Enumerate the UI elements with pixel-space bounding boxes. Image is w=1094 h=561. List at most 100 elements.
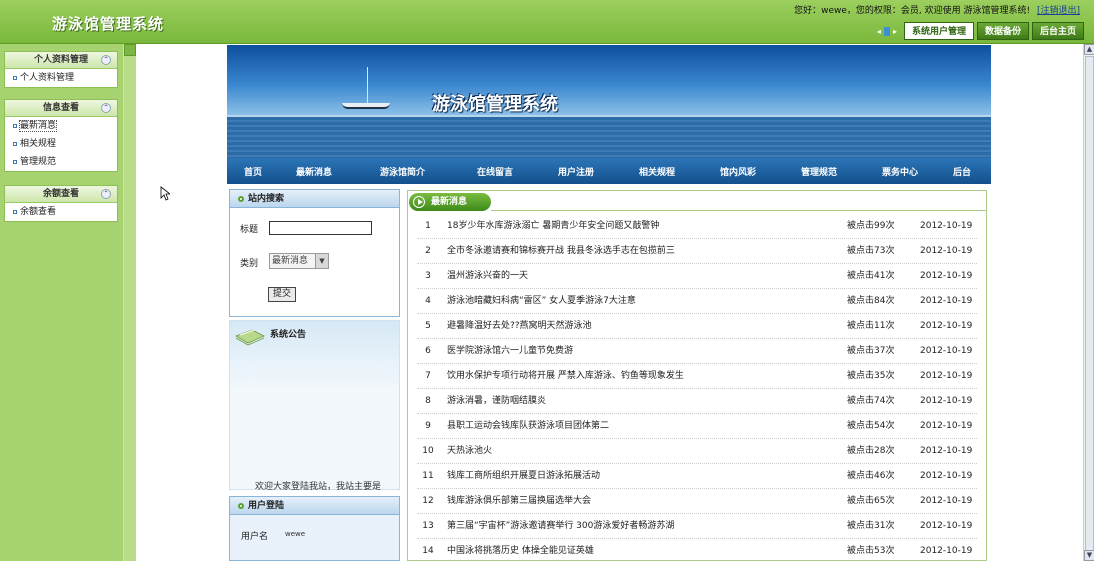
news-row-title[interactable]: 医学院游泳馆六一儿童节免费游 — [447, 339, 573, 364]
chevron-down-icon[interactable]: ▼ — [315, 254, 328, 268]
news-row[interactable]: 4 游泳池暗藏妇科病“雷区” 女人夏季游泳7大注意 被点击84次 2012-10-19 — [417, 289, 977, 314]
news-row-number: 10 — [422, 446, 434, 456]
sidebar-splitter[interactable] — [123, 44, 136, 561]
news-row-title[interactable]: 温州游泳兴奋的一天 — [447, 264, 528, 289]
news-row-title[interactable]: 18岁少年水库游泳溺亡 暑期青少年安全问题又敲警钟 — [447, 214, 659, 239]
news-row[interactable]: 5 避暑降温好去处??燕窝明天然游泳池 被点击11次 2012-10-19 — [417, 314, 977, 339]
news-row[interactable]: 3 温州游泳兴奋的一天 被点击41次 2012-10-19 — [417, 264, 977, 289]
news-row-date: 2012-10-19 — [920, 296, 973, 306]
sidebar-group-header[interactable]: 余额查看 ⌃ — [5, 186, 117, 203]
news-row-hits: 被点击84次 — [847, 296, 895, 306]
system-user-button[interactable]: 系统用户管理 — [903, 22, 974, 40]
collapse-icon[interactable]: ⌃ — [101, 55, 111, 65]
collapse-icon[interactable]: ⌃ — [101, 103, 111, 113]
news-row-title[interactable]: 全市冬泳邀请赛和锦标赛开战 我县冬泳选手志在包揽前三 — [447, 239, 675, 264]
splitter-grip-icon[interactable] — [124, 44, 136, 56]
scroll-up-icon[interactable]: ▲ — [1084, 44, 1094, 55]
nav-gallery[interactable]: 馆内风彩 — [720, 165, 756, 178]
news-row[interactable]: 1 18岁少年水库游泳溺亡 暑期青少年安全问题又敲警钟 被点击99次 2012-10-… — [417, 214, 977, 239]
banner-title: 游泳馆管理系统 — [432, 94, 558, 115]
scrollbar-thumb[interactable] — [1085, 56, 1094, 556]
app-title: 游泳馆管理系统 — [52, 15, 165, 33]
news-row-date: 2012-10-19 — [920, 446, 973, 456]
news-row-number: 2 — [425, 246, 431, 256]
bullet-dot-icon — [238, 195, 244, 202]
news-row[interactable]: 10 天热泳池火 被点击28次 2012-10-19 — [417, 439, 977, 464]
nav-home[interactable]: 首页 — [244, 165, 262, 178]
bullet-icon — [13, 75, 17, 80]
category-selected-value: 最新消息 — [272, 256, 309, 266]
news-row-title[interactable]: 县职工运动会钱库队获游泳项目团体第二 — [447, 414, 609, 439]
sidebar-item-label: 余额查看 — [20, 207, 57, 217]
nav-about[interactable]: 游泳馆简介 — [380, 165, 425, 178]
nav-latest-news[interactable]: 最新消息 — [296, 165, 332, 178]
nav-management-rules[interactable]: 管理规范 — [801, 165, 837, 178]
arrow-left-icon[interactable]: ◂ — [877, 27, 881, 36]
news-row-date: 2012-10-19 — [920, 346, 973, 356]
sidebar-item-profile[interactable]: 个人资料管理 — [5, 69, 117, 87]
news-row[interactable]: 13 第三届“宇宙杯”游泳邀请赛举行 300游泳爱好者畅游苏湖 被点击31次 2012… — [417, 514, 977, 539]
news-row-title[interactable]: 饮用水保护专项行动将开展 严禁入库游泳、钓鱼等现象发生 — [447, 364, 684, 389]
sidebar-group-title: 个人资料管理 — [33, 55, 88, 65]
sailboat-mast-icon — [367, 67, 368, 103]
title-input[interactable] — [269, 221, 372, 235]
news-row[interactable]: 8 游泳消暑，谨防咽结膜炎 被点击74次 2012-10-19 — [417, 389, 977, 414]
category-select[interactable]: 最新消息 ▼ — [269, 253, 329, 269]
news-tab[interactable]: 最新消息 — [409, 193, 491, 211]
news-tab-divider — [491, 210, 986, 211]
arrow-right-icon[interactable]: ▸ — [893, 27, 897, 36]
news-row[interactable]: 11 钱库工商所组织开展夏日游泳拓展活动 被点击46次 2012-10-19 — [417, 464, 977, 489]
news-row-title[interactable]: 游泳消暑，谨防咽结膜炎 — [447, 389, 546, 414]
news-row[interactable]: 14 中国泳将挑落历史 体操全能见证英雄 被点击53次 2012-10-19 — [417, 539, 977, 561]
news-row-date: 2012-10-19 — [920, 521, 973, 531]
mouse-cursor-icon — [160, 186, 170, 201]
nav-admin[interactable]: 后台 — [953, 165, 971, 178]
nav-register[interactable]: 用户注册 — [558, 165, 594, 178]
news-row-title[interactable]: 钱库工商所组织开展夏日游泳拓展活动 — [447, 464, 600, 489]
scroll-down-icon[interactable]: ▼ — [1084, 550, 1094, 561]
sidebar-group-header[interactable]: 个人资料管理 ⌃ — [5, 52, 117, 69]
data-backup-button[interactable]: 数据备份 — [976, 22, 1029, 40]
news-row-title[interactable]: 游泳池暗藏妇科病“雷区” 女人夏季游泳7大注意 — [447, 289, 636, 314]
news-row-title[interactable]: 钱库游泳俱乐部第三届换届选举大会 — [447, 489, 591, 514]
submit-button[interactable]: 提交 — [268, 287, 296, 302]
news-row-date: 2012-10-19 — [920, 496, 973, 506]
username-label: 用户名 — [241, 532, 269, 542]
news-row-hits: 被点击41次 — [847, 271, 895, 281]
page-scrollbar[interactable]: ▲ ▼ — [1083, 44, 1094, 561]
search-panel-header: 站内搜索 — [230, 190, 399, 208]
news-row[interactable]: 7 饮用水保护专项行动将开展 严禁入库游泳、钓鱼等现象发生 被点击35次 2012-1… — [417, 364, 977, 389]
sidebar-item-management-rules[interactable]: 管理规范 — [5, 153, 117, 171]
sidebar-item-regulations[interactable]: 相关规程 — [5, 135, 117, 153]
news-row[interactable]: 12 钱库游泳俱乐部第三届换届选举大会 被点击65次 2012-10-19 — [417, 489, 977, 514]
nav-ticketing[interactable]: 票务中心 — [882, 165, 918, 178]
news-row-hits: 被点击74次 — [847, 396, 895, 406]
sidebar-group-profile: 个人资料管理 ⌃ 个人资料管理 — [4, 51, 118, 88]
notice-books-icon — [235, 329, 265, 346]
nav-guestbook[interactable]: 在线留言 — [477, 165, 513, 178]
nav-regulations[interactable]: 相关规程 — [639, 165, 675, 178]
news-row-title[interactable]: 第三届“宇宙杯”游泳邀请赛举行 300游泳爱好者畅游苏湖 — [447, 514, 674, 539]
news-row-number: 11 — [422, 471, 434, 481]
news-row-title[interactable]: 避暑降温好去处??燕窝明天然游泳池 — [447, 314, 592, 339]
sidebar-group-header[interactable]: 信息查看 ⌃ — [5, 100, 117, 117]
bullet-icon — [13, 141, 17, 146]
login-panel-title: 用户登陆 — [248, 501, 285, 511]
news-row[interactable]: 2 全市冬泳邀请赛和锦标赛开战 我县冬泳选手志在包揽前三 被点击73次 2012-10… — [417, 239, 977, 264]
logout-link[interactable]: [注销退出] — [1037, 6, 1080, 16]
news-row[interactable]: 6 医学院游泳馆六一儿童节免费游 被点击37次 2012-10-19 — [417, 339, 977, 364]
news-row-date: 2012-10-19 — [920, 546, 973, 556]
sidebar-item-balance[interactable]: 余额查看 — [5, 203, 117, 221]
news-row-date: 2012-10-19 — [920, 246, 973, 256]
admin-home-button[interactable]: 后台主页 — [1031, 22, 1084, 40]
collapse-icon[interactable]: ⌃ — [101, 189, 111, 199]
news-row-title[interactable]: 天热泳池火 — [447, 439, 492, 464]
top-header: 游泳馆管理系统 您好：wewe，您的权限：会员, 欢迎使用 游泳馆管理系统! [… — [0, 0, 1094, 44]
news-row-hits: 被点击99次 — [847, 221, 895, 231]
news-row-title[interactable]: 中国泳将挑落历史 体操全能见证英雄 — [447, 539, 594, 561]
news-row[interactable]: 9 县职工运动会钱库队获游泳项目团体第二 被点击54次 2012-10-19 — [417, 414, 977, 439]
sidebar-item-latest-news[interactable]: 最新消息 — [5, 117, 117, 135]
news-row-hits: 被点击28次 — [847, 446, 895, 456]
news-row-hits: 被点击46次 — [847, 471, 895, 481]
nav-arrows[interactable]: ◂ ▸ — [877, 26, 897, 36]
